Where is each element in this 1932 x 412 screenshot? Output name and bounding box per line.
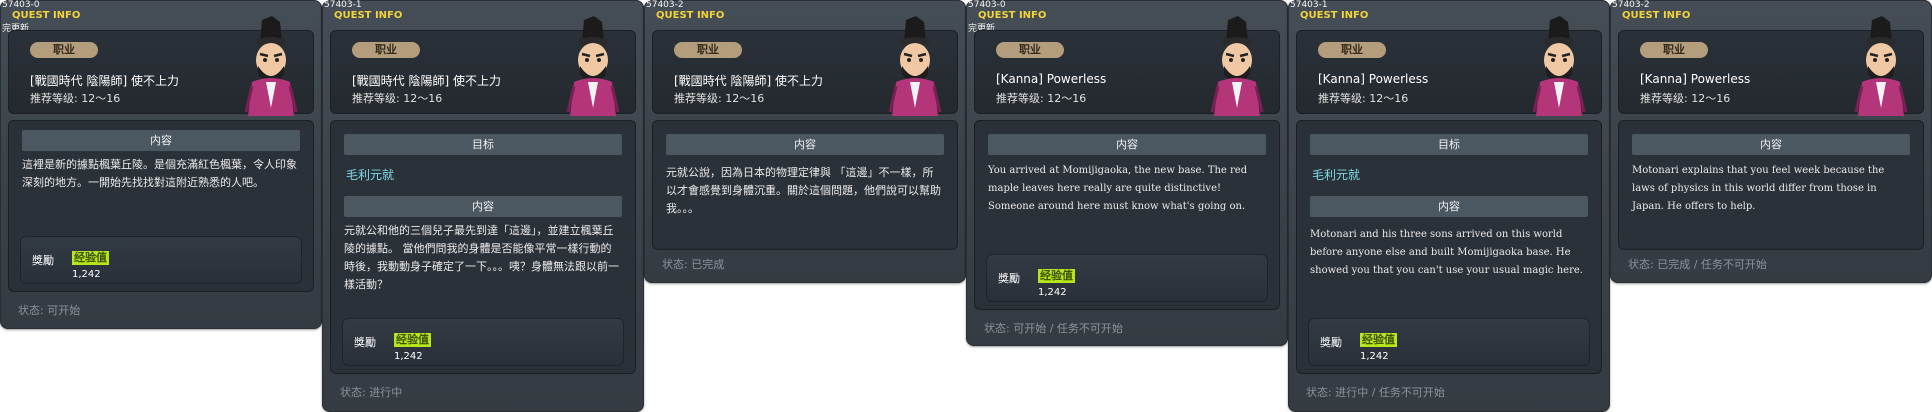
exp-badge: 经验值 (72, 251, 109, 265)
quest-body: 目标 毛利元就 内容 Motonari and his three sons a… (1296, 120, 1602, 374)
reward-label: 獎勵 (32, 254, 54, 267)
quest-info-title: QUEST INFO (656, 10, 725, 21)
content-section-header: 内容 (344, 196, 622, 217)
quest-status: 状态: 可开始 / 任务不可开始 (984, 322, 1123, 335)
recommended-level: 推荐等级: 12～16 (1318, 92, 1409, 105)
quest-name: [Kanna] Powerless (1318, 72, 1429, 86)
quest-info-title: QUEST INFO (978, 10, 1047, 21)
quest-name: [Kanna] Powerless (996, 72, 1107, 86)
target-npc-name[interactable]: 毛利元就 (1312, 166, 1360, 183)
content-text: Motonari and his three sons arrived on t… (1310, 229, 1583, 276)
quest-header: 职业 [Kanna] Powerless 推荐等级: 12～16 (1618, 16, 1924, 116)
quest-header: 职业 [戰國時代 陰陽師] 使不上力 推荐等级: 12～16 (652, 16, 958, 116)
quest-info-title: QUEST INFO (334, 10, 403, 21)
recommended-level: 推荐等级: 12～16 (674, 92, 765, 105)
quest-status: 状态: 进行中 (340, 386, 403, 399)
content-section-header: 内容 (1632, 134, 1910, 155)
exp-value: 1,242 (1360, 351, 1389, 362)
quest-status: 状态: 可开始 (18, 304, 81, 317)
exp-badge: 经验值 (1038, 269, 1075, 283)
quest-header: 职业 [戰國時代 陰陽師] 使不上力 推荐等级: 12～16 (330, 16, 636, 116)
quest-id: 57403-2 (1612, 0, 1650, 10)
reward-label: 獎勵 (998, 272, 1020, 285)
job-badge: 职业 (352, 42, 420, 58)
content-section-header: 内容 (666, 134, 944, 155)
quest-info-title: QUEST INFO (12, 10, 81, 21)
job-badge: 职业 (1640, 42, 1708, 58)
quest-body: 内容 Motonari explains that you feel week … (1618, 120, 1924, 250)
npc-portrait-icon (244, 16, 298, 116)
reward-label: 獎勵 (354, 336, 376, 349)
reward-box: 獎勵 经验值 1,242 (986, 254, 1268, 302)
job-badge: 职业 (1318, 42, 1386, 58)
quest-id: 57403-1 (1290, 0, 1328, 10)
content-text: 這裡是新的據點楓葉丘陵。是個充滿紅色楓葉，令人印象深刻的地方。一開始先找找對這附… (22, 158, 297, 189)
quest-panel-3: 57403-2 QUEST INFO 职业 [戰國時代 陰陽師] 使不上力 推荐… (644, 0, 966, 283)
content-text: You arrived at Momijigaoka, the new base… (988, 165, 1248, 212)
target-section-header: 目标 (1310, 134, 1588, 155)
quest-id: 57403-2 (646, 0, 684, 10)
quest-info-title: QUEST INFO (1622, 10, 1691, 21)
quest-name: [戰國時代 陰陽師] 使不上力 (30, 74, 179, 88)
npc-portrait-icon (888, 16, 942, 116)
content-text: Motonari explains that you feel week bec… (1632, 165, 1885, 212)
quest-id: 57403-1 (324, 0, 362, 10)
quest-panel-5: 57403-1 QUEST INFO 职业 [Kanna] Powerless … (1288, 0, 1610, 412)
target-npc-name[interactable]: 毛利元就 (346, 166, 394, 183)
quest-panel-2: 57403-1 QUEST INFO 职业 [戰國時代 陰陽師] 使不上力 推荐… (322, 0, 644, 412)
quest-body: 内容 這裡是新的據點楓葉丘陵。是個充滿紅色楓葉，令人印象深刻的地方。一開始先找找… (8, 120, 314, 292)
quest-panel-4: 57403-0 QUEST INFO 完更新 职业 [Kanna] Powerl… (966, 0, 1288, 346)
quest-name: [戰國時代 陰陽師] 使不上力 (352, 74, 501, 88)
quest-body: 内容 元就公說，因為日本的物理定律與 「這邊」不一樣，所以才會感覺到身體沉重。關… (652, 120, 958, 250)
quest-status: 状态: 已完成 / 任务不可开始 (1628, 258, 1767, 271)
recommended-level: 推荐等级: 12～16 (1640, 92, 1731, 105)
recommended-level: 推荐等级: 12～16 (30, 92, 121, 105)
job-badge: 职业 (996, 42, 1064, 58)
content-section-header: 内容 (988, 134, 1266, 155)
recommended-level: 推荐等级: 12～16 (352, 92, 443, 105)
exp-value: 1,242 (394, 351, 423, 362)
quest-header: 职业 [戰國時代 陰陽師] 使不上力 推荐等级: 12～16 (8, 16, 314, 116)
quest-name: [戰國時代 陰陽師] 使不上力 (674, 74, 823, 88)
npc-portrait-icon (1210, 16, 1264, 116)
npc-portrait-icon (1532, 16, 1586, 116)
quest-name: [Kanna] Powerless (1640, 72, 1751, 86)
quest-panel-6: 57403-2 QUEST INFO 职业 [Kanna] Powerless … (1610, 0, 1932, 283)
quest-status: 状态: 进行中 / 任务不可开始 (1306, 386, 1445, 399)
content-section-header: 内容 (1310, 196, 1588, 217)
content-section-header: 内容 (22, 130, 300, 151)
content-text: 元就公說，因為日本的物理定律與 「這邊」不一樣，所以才會感覺到身體沉重。關於這個… (666, 166, 941, 215)
reward-box: 獎勵 经验值 1,242 (342, 318, 624, 366)
npc-portrait-icon (1854, 16, 1908, 116)
quest-header: 职业 [Kanna] Powerless 推荐等级: 12～16 (974, 16, 1280, 116)
reward-box: 獎勵 经验值 1,242 (20, 236, 302, 284)
quest-header: 职业 [Kanna] Powerless 推荐等级: 12～16 (1296, 16, 1602, 116)
content-text: 元就公和他的三個兒子最先到達「這邊」，並建立楓葉丘陵的據點。 當他們問我的身體是… (344, 224, 619, 291)
job-badge: 职业 (674, 42, 742, 58)
npc-portrait-icon (566, 16, 620, 116)
job-badge: 职业 (30, 42, 98, 58)
quest-info-title: QUEST INFO (1300, 10, 1369, 21)
exp-value: 1,242 (1038, 287, 1067, 298)
quest-status: 状态: 已完成 (662, 258, 725, 271)
recommended-level: 推荐等级: 12～16 (996, 92, 1087, 105)
target-section-header: 目标 (344, 134, 622, 155)
exp-badge: 经验值 (394, 333, 431, 347)
exp-value: 1,242 (72, 269, 101, 280)
quest-body: 内容 You arrived at Momijigaoka, the new b… (974, 120, 1280, 310)
reward-label: 獎勵 (1320, 336, 1342, 349)
quest-id: 57403-0 (2, 0, 40, 10)
quest-panel-1: 57403-0 QUEST INFO 完更新 职业 [戰國時代 陰陽師] 使不上… (0, 0, 322, 329)
exp-badge: 经验值 (1360, 333, 1397, 347)
quest-body: 目标 毛利元就 内容 元就公和他的三個兒子最先到達「這邊」，並建立楓葉丘陵的據點… (330, 120, 636, 374)
quest-id: 57403-0 (968, 0, 1006, 10)
reward-box: 獎勵 经验值 1,242 (1308, 318, 1590, 366)
